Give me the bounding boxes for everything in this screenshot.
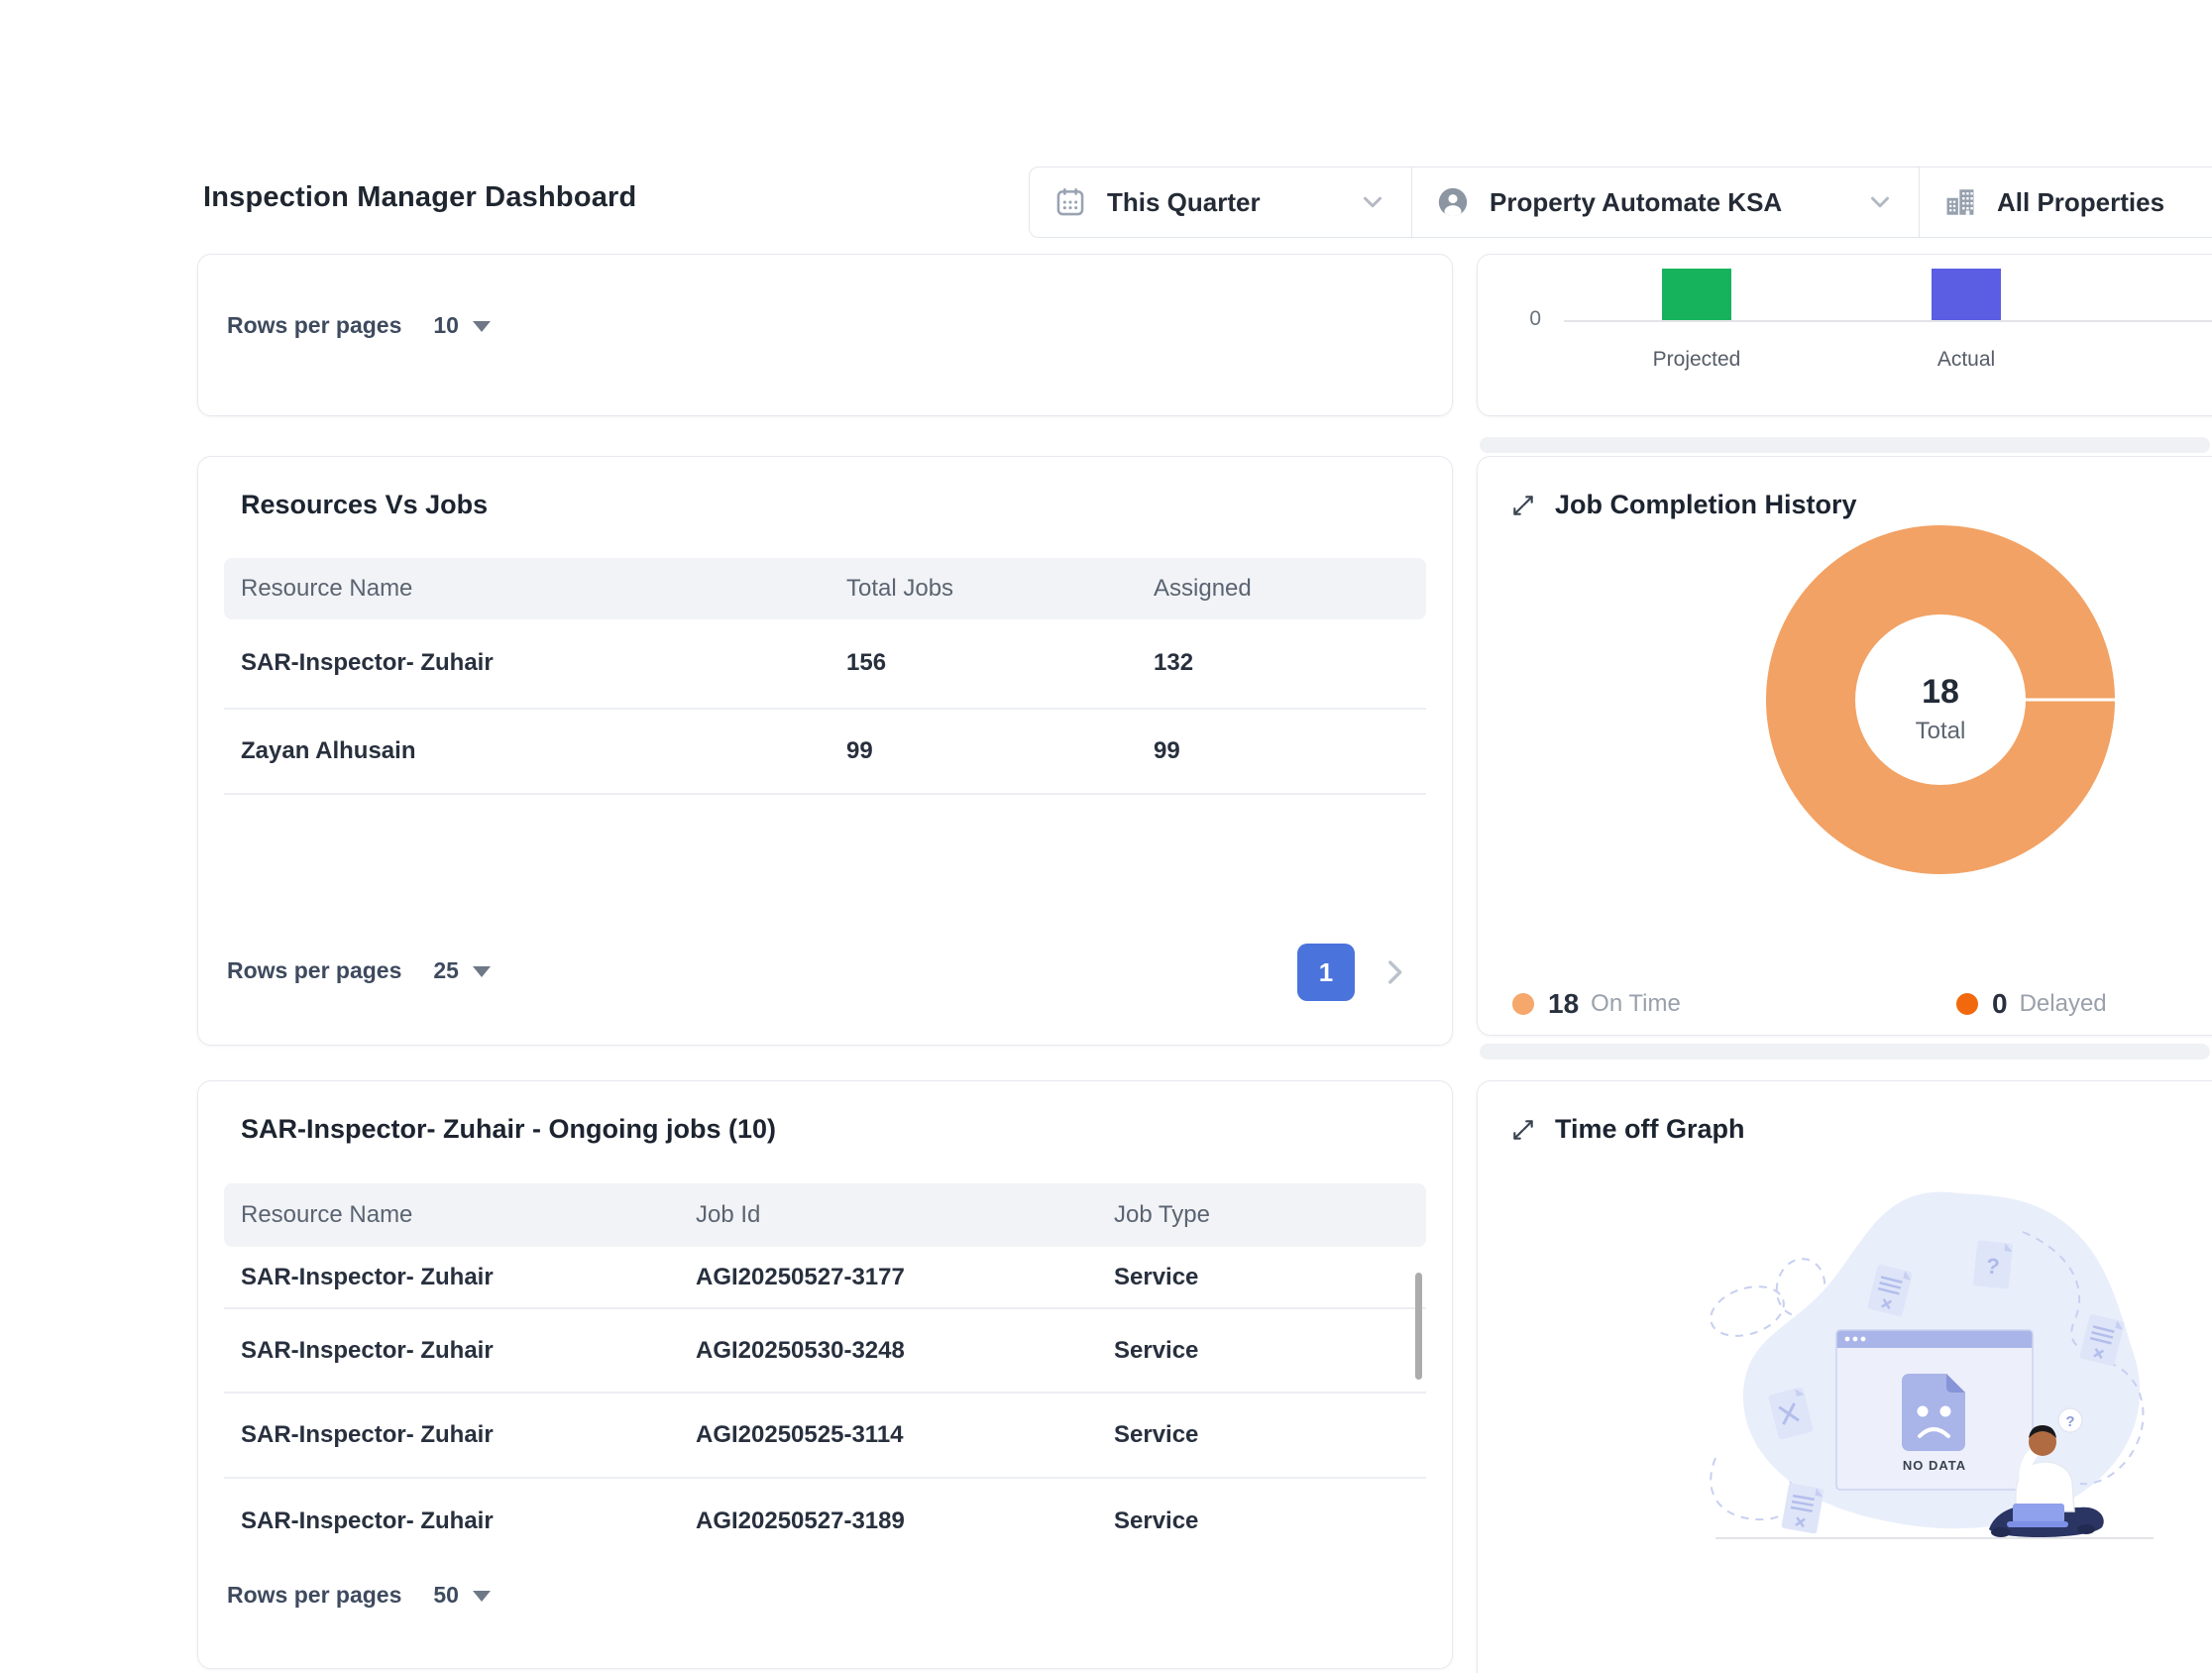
job-id-cell: AGI20250527-3177 [696,1264,1114,1291]
card-job-completion-history: Job Completion History 18 Total 18 On Ti… [1477,456,2212,1036]
job-type-cell: Service [1114,1507,1426,1535]
no-data-illustration: ? NO DATA [1686,1171,2212,1567]
card-ongoing-jobs: SAR-Inspector- Zuhair - Ongoing jobs (10… [197,1080,1453,1669]
table-row: SAR-Inspector- Zuhair AGI20250527-3189 S… [224,1479,1426,1563]
rows-per-page-label: Rows per pages [227,1582,401,1609]
rows-per-page-value[interactable]: 25 [433,957,459,984]
donut-total-value: 18 [1841,673,2040,712]
building-icon [1943,185,1977,219]
filter-properties-label: All Properties [1997,187,2164,218]
table-row: SAR-Inspector- Zuhair AGI20250527-3177 S… [224,1247,1426,1307]
resource-name-cell: Zayan Alhusain [224,737,846,765]
card-projection-chart: 0 Projected Actual [1477,254,2212,416]
table-row: Zayan Alhusain 99 99 [224,710,1426,793]
chevron-right-icon[interactable] [1378,955,1411,989]
legend-label: Delayed [2020,990,2107,1018]
job-id-cell: AGI20250530-3248 [696,1337,1114,1365]
column-header: Assigned [1154,575,1426,603]
legend-value: 18 [1548,988,1579,1020]
rows-per-page-label: Rows per pages [227,312,401,339]
total-jobs-cell: 99 [846,737,1154,765]
legend-item-delayed: 0 Delayed [1956,987,2107,1021]
legend-value: 0 [1992,988,2008,1020]
column-header: Job Type [1114,1201,1426,1229]
job-type-cell: Service [1114,1337,1426,1365]
caret-down-icon [473,1591,491,1602]
rows-per-page-control[interactable]: Rows per pages 10 [227,309,491,341]
job-type-cell: Service [1114,1421,1426,1449]
chevron-down-icon [1865,187,1895,217]
expand-icon[interactable] [1510,493,1536,518]
assigned-cell: 132 [1154,649,1426,677]
table-header-row: Resource Name Job Id Job Type [224,1183,1426,1247]
job-id-cell: AGI20250525-3114 [696,1421,1114,1449]
caret-down-icon [473,321,491,332]
y-axis-tick: 0 [1517,307,1541,331]
row-divider [224,793,1426,795]
card-title: Time off Graph [1555,1114,1745,1145]
page-title: Inspection Manager Dashboard [203,181,636,214]
column-header: Resource Name [224,575,846,603]
donut-total-label: Total [1841,718,2040,745]
rows-per-page-value[interactable]: 10 [433,312,459,339]
expand-icon[interactable] [1510,1117,1536,1143]
card-title: Resources Vs Jobs [241,490,488,520]
assigned-cell: 99 [1154,737,1426,765]
resource-name-cell: SAR-Inspector- Zuhair [224,1507,696,1535]
total-jobs-cell: 156 [846,649,1154,677]
legend-dot [1512,993,1534,1015]
svg-text:?: ? [1985,1253,2001,1279]
card-title: SAR-Inspector- Zuhair - Ongoing jobs (10… [241,1114,776,1145]
pagination-page-button[interactable]: 1 [1297,944,1355,1001]
column-header: Resource Name [224,1201,696,1229]
no-data-text: NO DATA [1903,1458,1966,1473]
filter-period-dropdown[interactable]: This Quarter [1030,167,1411,237]
column-header: Total Jobs [846,575,1154,603]
card-top-left-clipped: Rows per pages 10 [197,254,1453,416]
donut-center-text: 18 Total [1841,673,2040,745]
rows-per-page-control[interactable]: Rows per pages 25 [227,954,491,986]
card-resources-vs-jobs: Resources Vs Jobs Resource Name Total Jo… [197,456,1453,1046]
card-time-off-graph: Time off Graph ? [1477,1080,2212,1673]
filter-account-label: Property Automate KSA [1490,187,1782,218]
bar-actual [1932,269,2001,320]
horizontal-scrollbar[interactable] [1480,437,2210,453]
job-id-cell: AGI20250527-3189 [696,1507,1114,1535]
calendar-icon [1053,185,1087,219]
table-header-row: Resource Name Total Jobs Assigned [224,558,1426,619]
caret-down-icon [473,966,491,977]
filter-bar: This Quarter Property Automate KSA All P… [1029,167,2212,238]
filter-period-label: This Quarter [1107,187,1261,218]
resource-name-cell: SAR-Inspector- Zuhair [224,1421,696,1449]
rows-per-page-label: Rows per pages [227,957,401,984]
legend-dot [1956,993,1978,1015]
resource-name-cell: SAR-Inspector- Zuhair [224,1264,696,1291]
chevron-down-icon [1358,187,1387,217]
dashboard-screen: Inspection Manager Dashboard This Quarte… [0,0,2212,1673]
user-avatar-icon [1436,185,1470,219]
x-axis-line [1564,320,2212,322]
resource-name-cell: SAR-Inspector- Zuhair [224,1337,696,1365]
filter-account-dropdown[interactable]: Property Automate KSA [1411,167,1919,237]
job-type-cell: Service [1114,1264,1426,1291]
horizontal-scrollbar[interactable] [1480,1044,2210,1060]
table-row: SAR-Inspector- Zuhair AGI20250530-3248 S… [224,1309,1426,1392]
vertical-scrollbar-thumb[interactable] [1415,1273,1422,1380]
rows-per-page-control[interactable]: Rows per pages 50 [227,1579,491,1611]
resource-name-cell: SAR-Inspector- Zuhair [224,649,846,677]
table-row: SAR-Inspector- Zuhair AGI20250525-3114 S… [224,1394,1426,1477]
bar-category-label: Actual [1892,348,2041,372]
legend-label: On Time [1591,990,1681,1018]
column-header: Job Id [696,1201,1114,1229]
rows-per-page-value[interactable]: 50 [433,1582,459,1609]
legend-item-on-time: 18 On Time [1512,987,1681,1021]
sad-document-icon [1902,1374,1965,1451]
bar-category-label: Projected [1622,348,1771,372]
svg-text:?: ? [2065,1413,2074,1430]
table-row: SAR-Inspector- Zuhair 156 132 [224,617,1426,708]
filter-properties-dropdown[interactable]: All Properties [1919,167,2212,237]
question-bubble: ? [2058,1408,2082,1432]
bar-projected [1662,269,1731,320]
